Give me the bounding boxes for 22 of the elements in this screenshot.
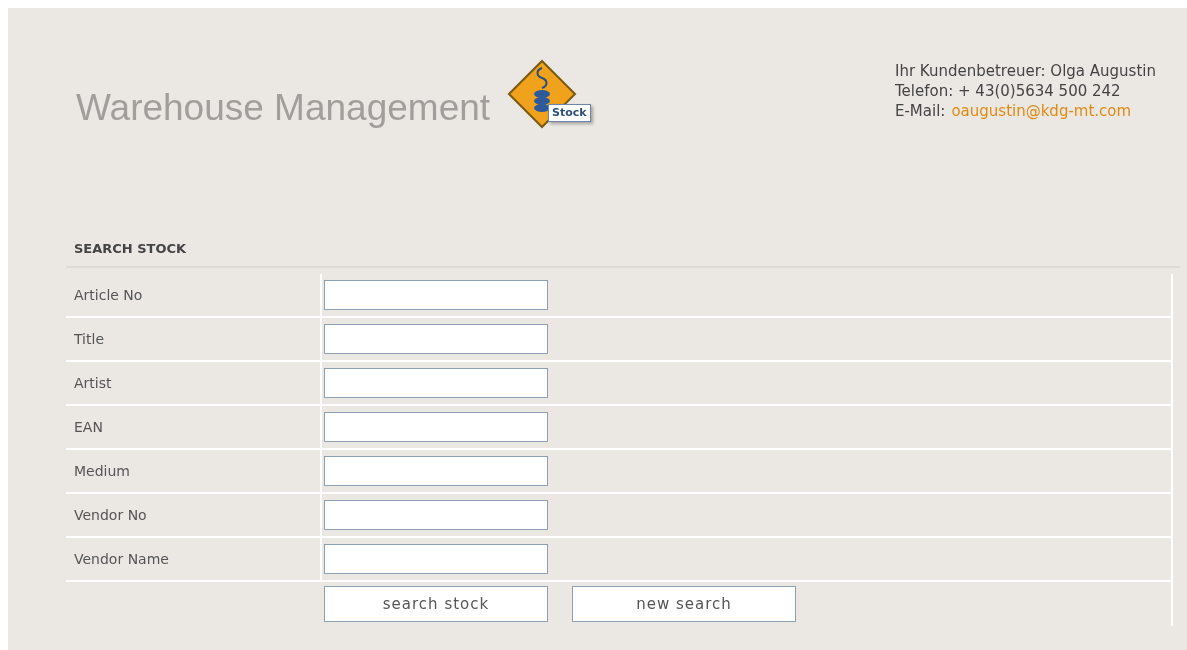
input-field[interactable] [324, 456, 548, 486]
input-field[interactable] [324, 280, 548, 310]
field-label: Vendor Name [73, 549, 170, 569]
field-label: Vendor No [73, 505, 148, 525]
field-label: Medium [73, 461, 131, 481]
input-field[interactable] [324, 544, 548, 574]
field-label: Article No [73, 285, 144, 305]
action-button[interactable]: new search [572, 586, 796, 622]
field-label: Artist [73, 373, 113, 393]
input-field[interactable] [324, 412, 548, 442]
input-field[interactable] [324, 368, 548, 398]
input-field[interactable] [324, 500, 548, 530]
input-field[interactable] [324, 324, 548, 354]
field-label: Title [73, 329, 105, 349]
advisor-text: Ihr Kundenbetreuer: Olga Augustin [895, 61, 1156, 81]
phone-text: Telefon: + 43(0)5634 500 242 [895, 81, 1122, 101]
action-button[interactable]: search stock [324, 586, 548, 622]
email-label: E-Mail: [895, 101, 946, 121]
app-title: Warehouse Management [76, 89, 491, 126]
logo-badge: Stock [548, 104, 591, 122]
section-heading: SEARCH STOCK [66, 240, 1180, 268]
field-label: EAN [73, 417, 104, 437]
